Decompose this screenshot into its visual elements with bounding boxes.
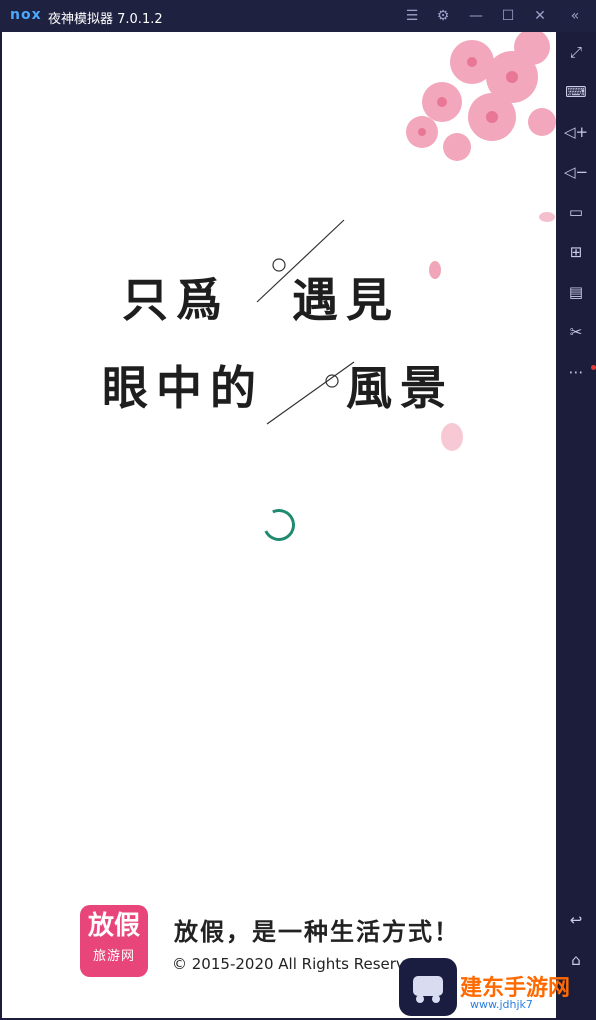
car-icon [413, 976, 443, 1003]
more-options-icon[interactable]: ⋯ [564, 360, 596, 384]
slogan: 放假，是一种生活方式！ [174, 917, 460, 946]
poem-line1-part1: 只爲 [122, 273, 230, 327]
poem-line2-part2: 風景 [346, 361, 454, 415]
poem-line2-part1: 眼中的 [102, 361, 264, 415]
nox-logo: nox [10, 7, 42, 23]
title-bar: nox 夜神模拟器 7.0.1.2 ☰ ⚙ — ☐ ✕ « [0, 0, 596, 32]
window-title: 夜神模拟器 7.0.1.2 [48, 12, 163, 27]
home-icon[interactable]: ⌂ [564, 948, 588, 972]
watermark-url: www.jdhjk7 [470, 998, 533, 1011]
brand-logo: 放假 旅游网 [80, 905, 148, 977]
volume-down-icon[interactable]: ◁− [564, 160, 588, 184]
notification-dot [591, 365, 596, 370]
brand-logo-sub-text: 旅游网 [92, 949, 135, 964]
screenshot-scissors-icon[interactable]: ✂ [564, 320, 588, 344]
emulator-sidebar: ⤢ ⌨ ◁+ ◁− ▭ ⊞ ▤ ✂ ⋯ ↩ ⌂ [556, 32, 596, 1020]
screen-display-icon[interactable]: ▭ [564, 200, 588, 224]
settings-gear-icon[interactable]: ⚙ [433, 6, 453, 26]
multi-instance-icon[interactable]: ▤ [564, 280, 588, 304]
menu-icon[interactable]: ☰ [402, 6, 422, 26]
watermark-app-icon [399, 958, 457, 1016]
volume-up-icon[interactable]: ◁+ [564, 120, 588, 144]
collapse-sidebar-icon[interactable]: « [565, 6, 585, 26]
keyboard-icon[interactable]: ⌨ [564, 80, 588, 104]
minimize-icon[interactable]: — [466, 6, 486, 26]
install-apk-icon[interactable]: ⊞ [564, 240, 588, 264]
brand-logo-main-text: 放假 [87, 911, 140, 941]
close-icon[interactable]: ✕ [530, 6, 550, 26]
fullscreen-icon[interactable]: ⤢ [564, 40, 588, 64]
maximize-icon[interactable]: ☐ [498, 6, 518, 26]
copyright-text: © 2015-2020 All Rights Reserv [172, 955, 405, 973]
poem-line1-part2: 遇見 [292, 273, 400, 327]
emulator-screen[interactable]: 只爲 遇見 眼中的 風景 放假 旅游网 放假，是一种生活方式！ © 2015-2… [2, 32, 556, 1018]
back-icon[interactable]: ↩ [564, 908, 588, 932]
